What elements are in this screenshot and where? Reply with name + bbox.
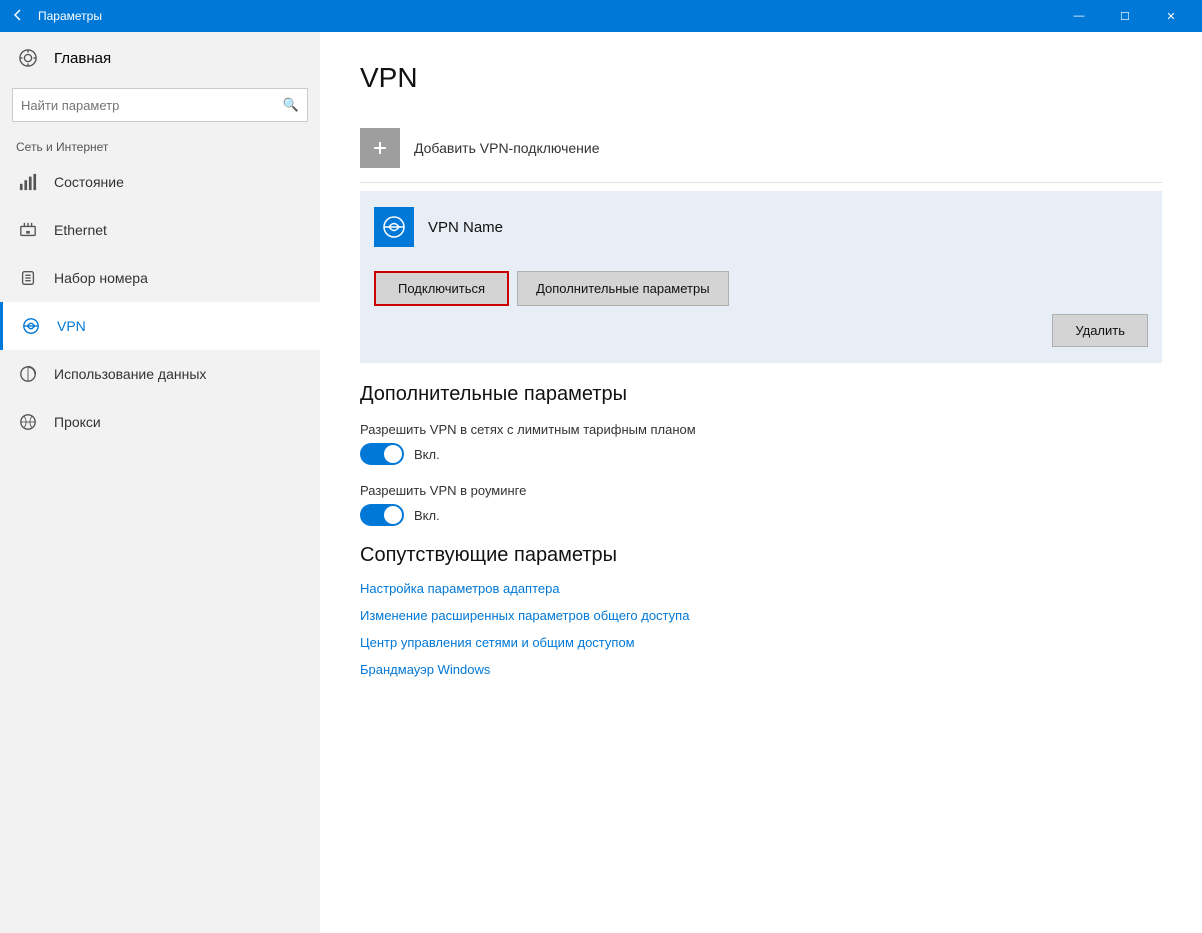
toggle1-control: Вкл. bbox=[360, 443, 1162, 465]
search-icon: 🔍 bbox=[283, 97, 299, 113]
sidebar: Главная 🔍 Сеть и Интернет Состояние bbox=[0, 32, 320, 933]
proxy-icon bbox=[16, 410, 40, 434]
toggle-metered: Разрешить VPN в сетях с лимитным тарифны… bbox=[360, 422, 1162, 465]
sidebar-section-label: Сеть и Интернет bbox=[0, 134, 320, 158]
sidebar-item-label-data: Использование данных bbox=[54, 366, 206, 382]
add-vpn-label: Добавить VPN-подключение bbox=[414, 140, 600, 156]
toggle1-label: Разрешить VPN в сетях с лимитным тарифны… bbox=[360, 422, 1162, 437]
sidebar-item-label-status: Состояние bbox=[54, 174, 124, 190]
sidebar-item-status[interactable]: Состояние bbox=[0, 158, 320, 206]
sidebar-item-dialup[interactable]: Набор номера bbox=[0, 254, 320, 302]
window-title: Параметры bbox=[38, 9, 1056, 23]
home-label: Главная bbox=[54, 50, 111, 67]
sidebar-home[interactable]: Главная bbox=[0, 32, 320, 84]
sidebar-item-proxy[interactable]: Прокси bbox=[0, 398, 320, 446]
related-link-3[interactable]: Брандмауэр Windows bbox=[360, 662, 1162, 677]
search-input[interactable] bbox=[21, 98, 283, 113]
related-link-0[interactable]: Настройка параметров адаптера bbox=[360, 581, 1162, 596]
related-section-heading: Сопутствующие параметры bbox=[360, 544, 1162, 567]
app-body: Главная 🔍 Сеть и Интернет Состояние bbox=[0, 32, 1202, 933]
minimize-button[interactable]: — bbox=[1056, 0, 1102, 32]
sidebar-item-label-vpn: VPN bbox=[57, 318, 86, 334]
toggle-roaming: Разрешить VPN в роуминге Вкл. bbox=[360, 483, 1162, 526]
sidebar-item-ethernet[interactable]: Ethernet bbox=[0, 206, 320, 254]
sidebar-item-label-ethernet: Ethernet bbox=[54, 222, 107, 238]
vpn-card: VPN Name Подключиться Дополнительные пар… bbox=[360, 191, 1162, 363]
toggle2-label: Разрешить VPN в роуминге bbox=[360, 483, 1162, 498]
titlebar: Параметры — ☐ ✕ bbox=[0, 0, 1202, 32]
back-button[interactable] bbox=[8, 8, 28, 24]
ethernet-icon bbox=[16, 218, 40, 242]
sidebar-item-data[interactable]: Использование данных bbox=[0, 350, 320, 398]
toggle1-switch[interactable] bbox=[360, 443, 404, 465]
toggle2-value: Вкл. bbox=[414, 508, 440, 523]
related-link-1[interactable]: Изменение расширенных параметров общего … bbox=[360, 608, 1162, 623]
connect-button[interactable]: Подключиться bbox=[374, 271, 509, 306]
advanced-section-heading: Дополнительные параметры bbox=[360, 383, 1162, 406]
vpn-nav-icon bbox=[19, 314, 43, 338]
vpn-card-icon bbox=[374, 207, 414, 247]
sidebar-item-label-proxy: Прокси bbox=[54, 414, 101, 430]
sidebar-item-label-dialup: Набор номера bbox=[54, 270, 148, 286]
status-icon bbox=[16, 170, 40, 194]
add-vpn-row[interactable]: Добавить VPN-подключение bbox=[360, 114, 1162, 183]
add-icon bbox=[360, 128, 400, 168]
content-area: VPN Добавить VPN-подключение bbox=[320, 32, 1202, 933]
close-button[interactable]: ✕ bbox=[1148, 0, 1194, 32]
maximize-button[interactable]: ☐ bbox=[1102, 0, 1148, 32]
dialup-icon bbox=[16, 266, 40, 290]
vpn-buttons-row: Подключиться Дополнительные параметры bbox=[374, 271, 1148, 306]
search-box: 🔍 bbox=[12, 88, 308, 122]
toggle2-control: Вкл. bbox=[360, 504, 1162, 526]
advanced-button[interactable]: Дополнительные параметры bbox=[517, 271, 729, 306]
delete-button[interactable]: Удалить bbox=[1052, 314, 1148, 347]
data-icon bbox=[16, 362, 40, 386]
related-link-2[interactable]: Центр управления сетями и общим доступом bbox=[360, 635, 1162, 650]
toggle2-switch[interactable] bbox=[360, 504, 404, 526]
sidebar-item-vpn[interactable]: VPN bbox=[0, 302, 320, 350]
vpn-name: VPN Name bbox=[428, 219, 503, 236]
vpn-card-actions: Подключиться Дополнительные параметры Уд… bbox=[360, 263, 1162, 363]
vpn-card-header: VPN Name bbox=[360, 191, 1162, 263]
toggle1-value: Вкл. bbox=[414, 447, 440, 462]
page-title: VPN bbox=[360, 62, 1162, 94]
home-icon bbox=[16, 46, 40, 70]
window-controls: — ☐ ✕ bbox=[1056, 0, 1194, 32]
